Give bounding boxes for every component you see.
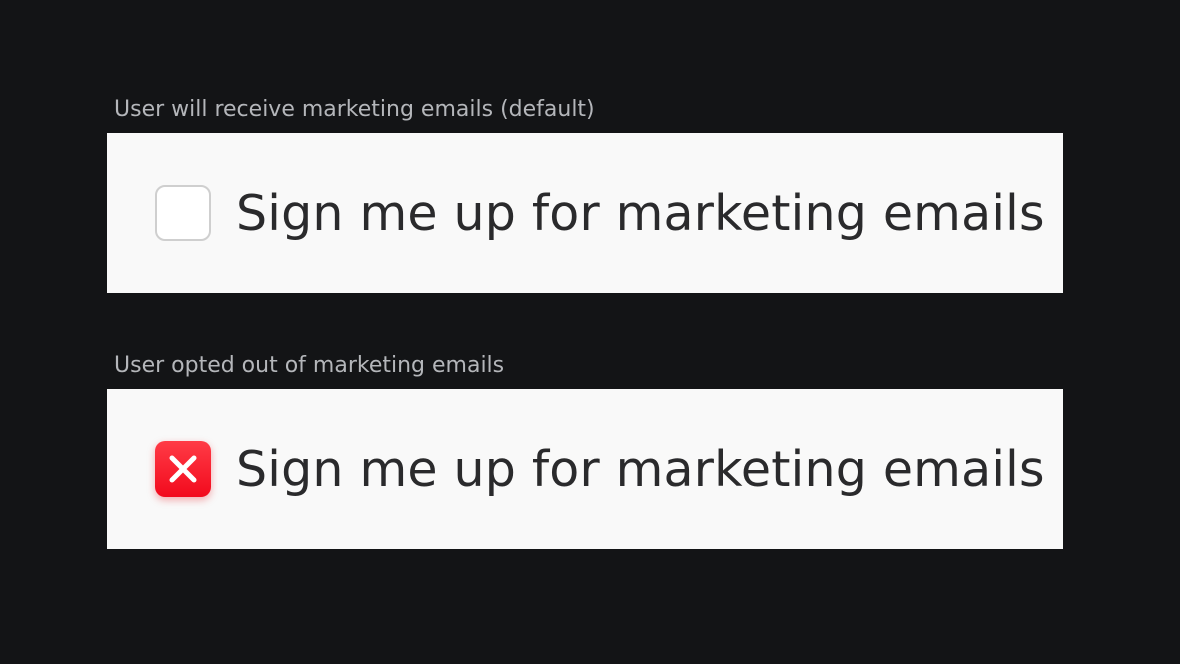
marketing-checkbox-label[interactable]: Sign me up for marketing emails bbox=[236, 185, 1045, 242]
default-state-panel: Sign me up for marketing emails bbox=[107, 133, 1063, 293]
x-mark-icon bbox=[169, 455, 197, 483]
opted-out-state-caption: User opted out of marketing emails bbox=[114, 353, 505, 378]
marketing-checkbox-label[interactable]: Sign me up for marketing emails bbox=[236, 441, 1045, 498]
marketing-checkbox-unchecked[interactable] bbox=[155, 185, 211, 241]
marketing-optout-option[interactable]: Sign me up for marketing emails bbox=[155, 389, 1045, 549]
comparison-canvas: User will receive marketing emails (defa… bbox=[0, 0, 1180, 664]
marketing-checkbox-opted-out[interactable] bbox=[155, 441, 211, 497]
default-state-caption: User will receive marketing emails (defa… bbox=[114, 97, 595, 122]
marketing-optin-option[interactable]: Sign me up for marketing emails bbox=[155, 133, 1045, 293]
opted-out-state-panel: Sign me up for marketing emails bbox=[107, 389, 1063, 549]
